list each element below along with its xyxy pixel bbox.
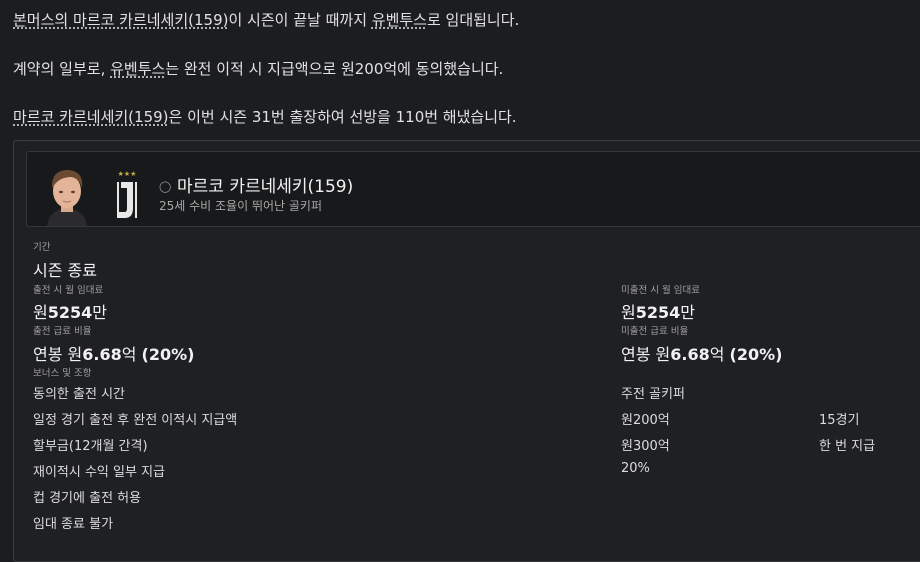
person-icon: ◯ [159, 180, 172, 193]
club-link[interactable]: 유벤투스 [372, 11, 427, 29]
clause-extra: 한 번 지급 [819, 439, 876, 454]
news-line-1: 본머스의 마르코 카르네세키(159)이 시즌이 끝날 때까지 유벤투스로 임대… [13, 9, 519, 30]
wage-played-label: 출전 급료 비율 [33, 326, 92, 337]
player-face-image [41, 164, 93, 226]
news-text: 이 시즌이 끝날 때까지 [228, 11, 372, 29]
period-label: 기간 [33, 242, 51, 253]
clause-extra: 15경기 [819, 413, 860, 428]
clause-name: 재이적시 수익 일부 지급 [33, 465, 165, 480]
player-description: 25세 수비 조율이 뛰어난 골키퍼 [159, 199, 323, 213]
loan-details-card: ★★★ ◯ 마르코 카르네세키(159) 25세 수비 조율이 뛰어난 골키퍼 기… [13, 140, 920, 562]
news-text: 는 완전 이적 시 지급액으로 원200억에 동의했습니다. [165, 60, 504, 78]
wage-played-value: 연봉 원6.68억 (20%) [33, 345, 195, 364]
clause-name: 컵 경기에 출전 허용 [33, 491, 142, 506]
wage-unplayed-label: 미출전 급료 비율 [621, 326, 689, 337]
clause-name: 일정 경기 출전 후 완전 이적시 지급액 [33, 413, 238, 428]
news-text: 로 임대됩니다. [426, 11, 520, 29]
news-line-3: 마르코 카르네세키(159)은 이번 시즌 31번 출장하여 선방을 110번 … [13, 106, 517, 127]
fee-unplayed-value: 원5254만 [621, 303, 695, 322]
clause-name: 동의한 출전 시간 [33, 387, 125, 402]
clause-name: 할부금(12개월 간격) [33, 439, 148, 454]
fee-unplayed-label: 미출전 시 월 임대료 [621, 285, 700, 296]
news-line-2: 계약의 일부로, 유벤투스는 완전 이적 시 지급액으로 원200억에 동의했습… [13, 58, 503, 79]
period-value: 시즌 종료 [33, 261, 97, 280]
wage-unplayed-value: 연봉 원6.68억 (20%) [621, 345, 783, 364]
svg-text:★★★: ★★★ [118, 170, 137, 178]
clause-value: 20% [621, 461, 650, 476]
news-text: 계약의 일부로, [13, 60, 111, 78]
club-crest-icon[interactable]: ★★★ [111, 168, 143, 230]
player-name[interactable]: ◯ 마르코 카르네세키(159) [159, 172, 353, 197]
player-name-text: 마르코 카르네세키(159) [177, 177, 354, 197]
news-text: 은 이번 시즌 31번 출장하여 선방을 110번 해냈습니다. [168, 108, 517, 126]
player-header[interactable]: ★★★ ◯ 마르코 카르네세키(159) 25세 수비 조율이 뛰어난 골키퍼 [26, 151, 920, 227]
fee-played-label: 출전 시 월 임대료 [33, 285, 104, 296]
bonus-label: 보너스 및 조항 [33, 368, 92, 379]
player-link[interactable]: 본머스의 마르코 카르네세키(159) [13, 11, 228, 29]
clause-name: 임대 종료 불가 [33, 517, 114, 532]
fee-played-value: 원5254만 [33, 303, 107, 322]
player-link[interactable]: 마르코 카르네세키(159) [13, 108, 169, 126]
club-link[interactable]: 유벤투스 [110, 60, 165, 78]
clause-value: 원300억 [621, 439, 670, 454]
clause-value: 주전 골키퍼 [621, 387, 685, 402]
clause-value: 원200억 [621, 413, 670, 428]
